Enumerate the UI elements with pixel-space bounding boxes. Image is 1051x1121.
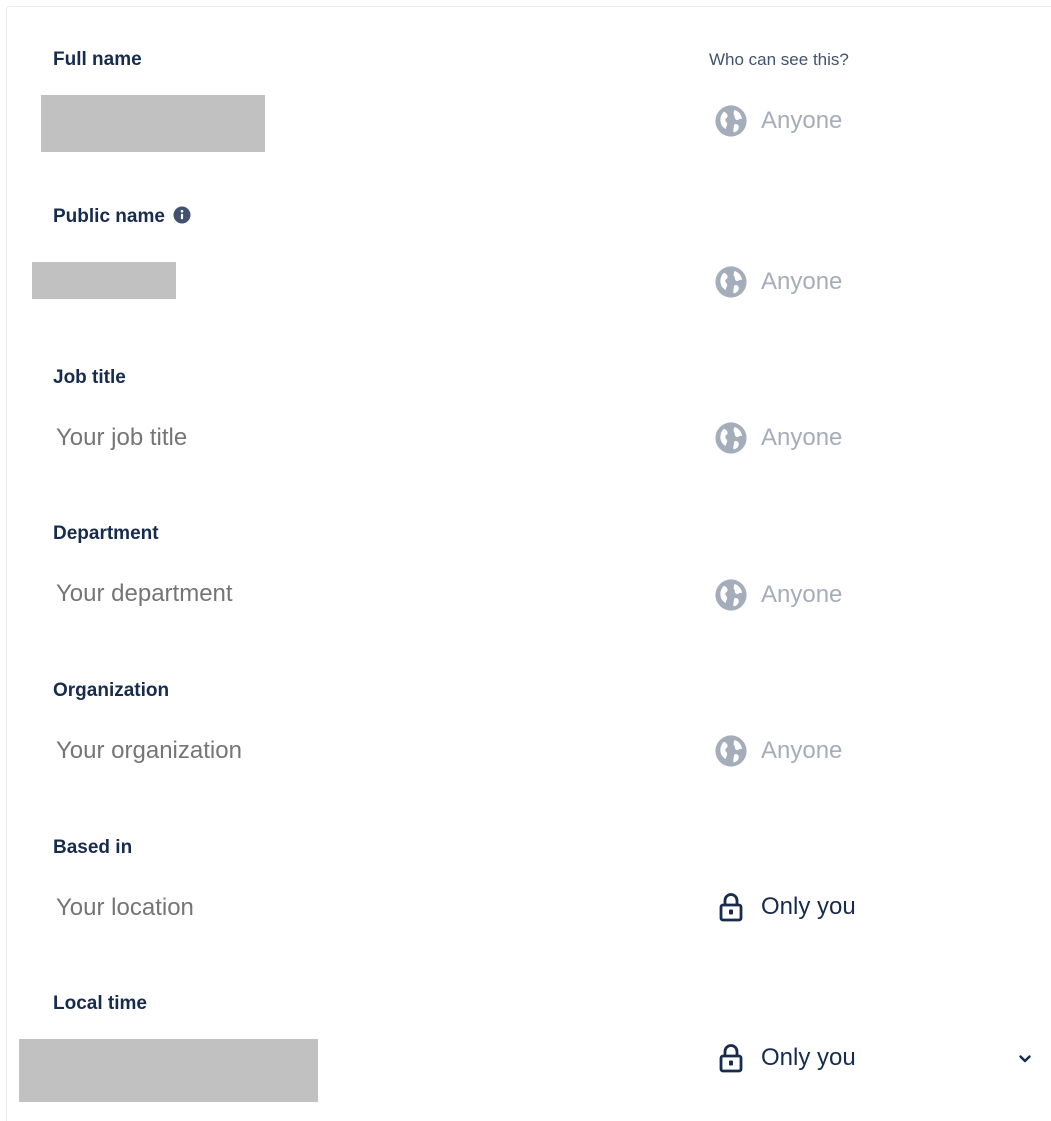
visibility-label: Only you (761, 1044, 856, 1071)
public-name-label-text: Public name (53, 206, 165, 227)
globe-icon (715, 105, 747, 137)
local-time-input-redacted[interactable] (19, 1039, 318, 1102)
department-label: Department (53, 523, 159, 544)
globe-icon (715, 266, 747, 298)
chevron-down-icon[interactable] (1018, 1052, 1032, 1066)
full-name-input-redacted[interactable] (41, 95, 265, 152)
public-name-input-redacted[interactable] (32, 262, 176, 299)
visibility-label: Only you (761, 893, 856, 920)
globe-icon (715, 579, 747, 611)
based-in-visibility[interactable]: Only you (714, 889, 856, 925)
local-time-visibility[interactable]: Only you (714, 1040, 856, 1076)
info-icon[interactable] (173, 206, 191, 224)
local-time-label: Local time (53, 993, 147, 1014)
visibility-column-header: Who can see this? (709, 50, 849, 69)
visibility-label: Anyone (761, 424, 843, 451)
organization-input[interactable] (56, 737, 456, 765)
full-name-label: Full name (53, 49, 142, 70)
job-title-visibility[interactable]: Anyone (714, 420, 842, 456)
profile-settings-page: Who can see this? Full name Anyone Publi… (0, 0, 1051, 1121)
visibility-label: Anyone (761, 268, 843, 295)
visibility-label: Anyone (761, 107, 843, 134)
public-name-visibility[interactable]: Anyone (714, 264, 842, 300)
visibility-label: Anyone (761, 737, 843, 764)
job-title-input[interactable] (56, 424, 456, 452)
lock-icon (719, 1044, 743, 1073)
profile-card (6, 6, 1051, 1121)
full-name-visibility[interactable]: Anyone (714, 103, 842, 139)
organization-label: Organization (53, 680, 170, 701)
department-visibility[interactable]: Anyone (714, 577, 842, 613)
based-in-label: Based in (53, 837, 133, 858)
department-input[interactable] (56, 580, 456, 608)
lock-icon (719, 893, 743, 922)
globe-icon (715, 422, 747, 454)
globe-icon (715, 735, 747, 767)
visibility-label: Anyone (761, 581, 843, 608)
job-title-label: Job title (53, 367, 126, 388)
location-input[interactable] (56, 894, 456, 922)
organization-visibility[interactable]: Anyone (714, 733, 842, 769)
public-name-label: Public name (53, 206, 191, 228)
